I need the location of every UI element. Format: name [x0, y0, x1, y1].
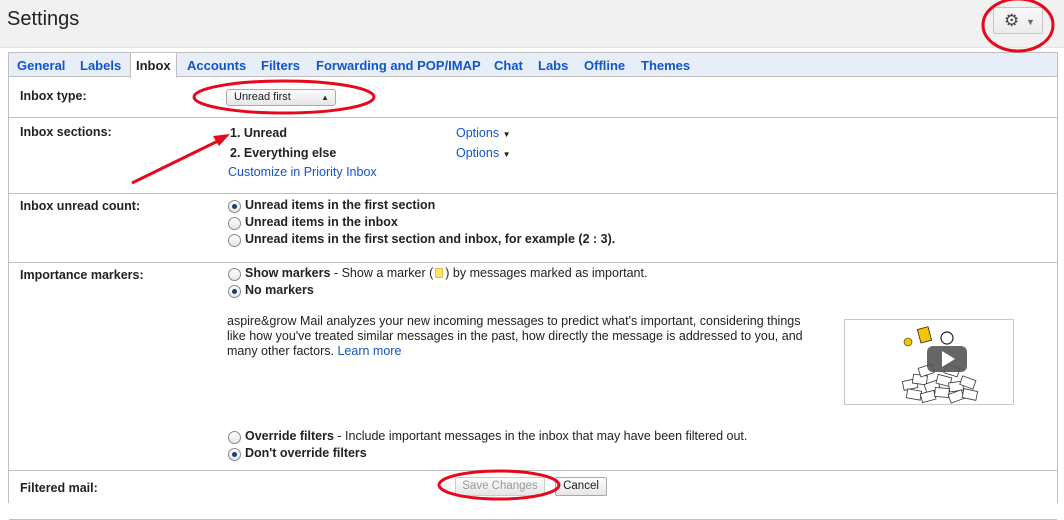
tab-labels[interactable]: Labels: [80, 58, 121, 73]
override-filters-text: Override filters - Include important mes…: [245, 429, 748, 443]
video-illustration: [901, 326, 979, 404]
tab-inbox[interactable]: Inbox: [130, 53, 177, 78]
inbox-type-row: Inbox type:: [9, 77, 1057, 118]
inbox-sections-label: Inbox sections:: [20, 125, 112, 139]
section-options-unread[interactable]: Options ▼: [456, 126, 511, 140]
chevron-down-icon: ▼: [502, 150, 511, 159]
inbox-type-label: Inbox type:: [20, 89, 87, 103]
top-bar: Settings ⚙ ▼: [0, 0, 1064, 48]
tab-forwarding-pop-imap[interactable]: Forwarding and POP/IMAP: [316, 58, 481, 73]
settings-gear-icon: ⚙: [1004, 11, 1020, 30]
tab-labs[interactable]: Labs: [538, 58, 568, 73]
unread-count-label: Inbox unread count:: [20, 199, 141, 213]
unread-count-row: Inbox unread count:: [9, 194, 1057, 263]
tab-general[interactable]: General: [17, 58, 65, 73]
filtered-mail-label: Filtered mail:: [20, 481, 98, 495]
chevron-down-icon: ▼: [502, 130, 511, 139]
section-item-unread: 1. Unread: [230, 126, 287, 140]
radio-dont-override-filters[interactable]: [228, 448, 241, 461]
settings-tabs: General Labels Inbox Accounts Filters Fo…: [9, 53, 1057, 78]
inbox-type-select[interactable]: Unread first ▲: [226, 89, 336, 106]
section-item-everything-else: 2. Everything else: [230, 146, 337, 160]
tab-accounts[interactable]: Accounts: [187, 58, 246, 73]
tab-chat[interactable]: Chat: [494, 58, 523, 73]
cancel-button[interactable]: Cancel: [555, 477, 607, 496]
save-changes-button[interactable]: Save Changes: [455, 477, 545, 496]
radio-label-unread-inbox: Unread items in the inbox: [245, 215, 398, 229]
radio-unread-first-section[interactable]: [228, 200, 241, 213]
radio-label-dont-override-filters: Don't override filters: [245, 446, 367, 460]
radio-label-unread-first-section: Unread items in the first section: [245, 198, 436, 212]
radio-label-no-markers: No markers: [245, 283, 314, 297]
radio-unread-first-section-and-inbox[interactable]: [228, 234, 241, 247]
radio-show-markers[interactable]: [228, 268, 241, 281]
radio-override-filters[interactable]: [228, 431, 241, 444]
importance-markers-label: Importance markers:: [20, 268, 144, 282]
inbox-type-value: Unread first: [234, 91, 291, 103]
page-title: Settings: [7, 8, 80, 30]
tab-filters[interactable]: Filters: [261, 58, 300, 73]
radio-label-unread-first-section-and-inbox: Unread items in the first section and in…: [245, 232, 616, 246]
settings-menu-button[interactable]: ⚙ ▼: [993, 7, 1043, 34]
importance-video-thumbnail[interactable]: [844, 319, 1014, 405]
chevron-down-icon: ▼: [1026, 17, 1035, 27]
importance-description: aspire&grow Mail analyzes your new incom…: [227, 314, 803, 358]
sort-arrows-icon: ▲: [321, 93, 329, 102]
radio-no-markers[interactable]: [228, 285, 241, 298]
learn-more-link[interactable]: Learn more: [337, 344, 401, 358]
show-markers-text: Show markers - Show a marker () by messa…: [245, 266, 648, 280]
customize-priority-inbox-link[interactable]: Customize in Priority Inbox: [228, 165, 377, 179]
tab-themes[interactable]: Themes: [641, 58, 690, 73]
radio-unread-inbox[interactable]: [228, 217, 241, 230]
inbox-sections-row: Inbox sections:: [9, 118, 1057, 194]
tab-offline[interactable]: Offline: [584, 58, 625, 73]
important-marker-icon: [435, 268, 444, 278]
section-options-everything-else[interactable]: Options ▼: [456, 146, 511, 160]
